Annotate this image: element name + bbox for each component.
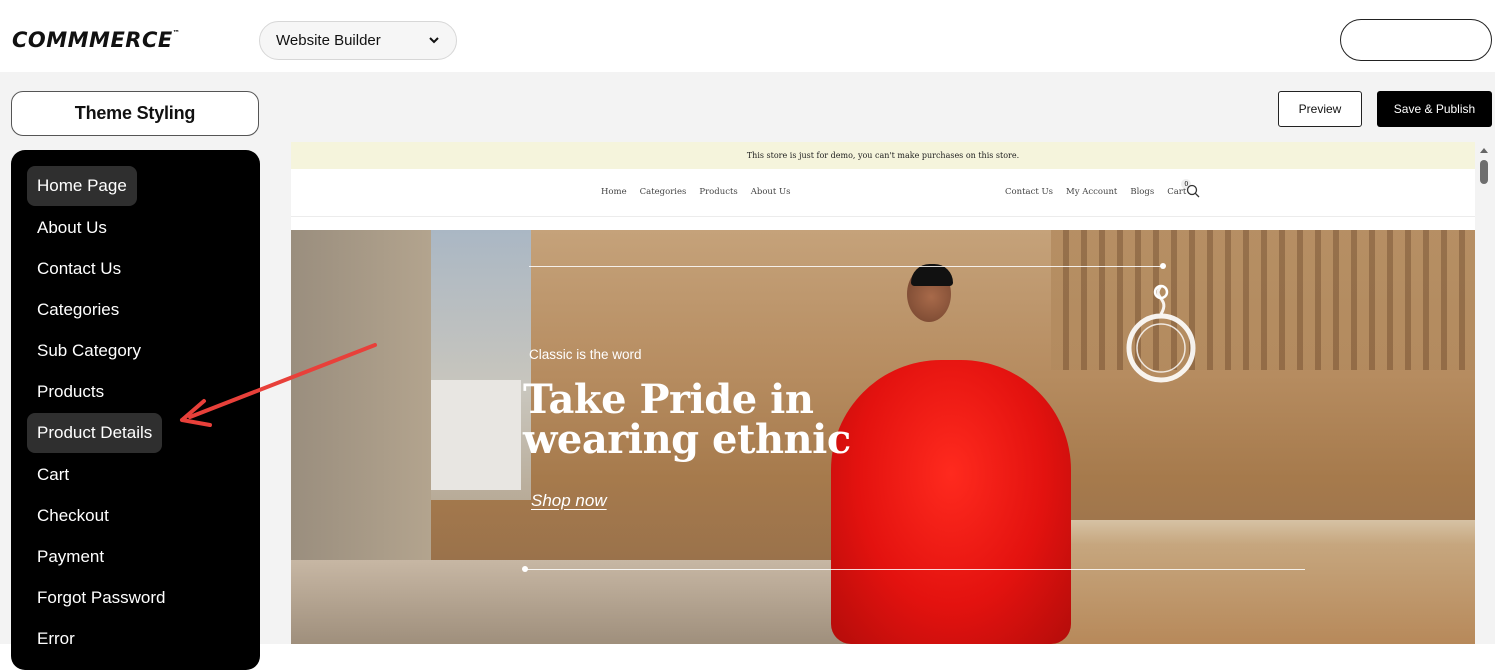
store-nav-left: Home Categories Products About Us [601,187,791,197]
save-publish-button[interactable]: Save & Publish [1377,91,1492,127]
store-nav-about-us[interactable]: About Us [751,187,791,197]
nav-item-about-us[interactable]: About Us [27,208,117,248]
hero-headline-line1: Take Pride in [523,376,814,423]
store-nav-blogs[interactable]: Blogs [1130,187,1154,197]
nav-item-error[interactable]: Error [27,619,85,659]
annotation-arrow-icon [180,343,377,427]
nav-item-payment[interactable]: Payment [27,537,114,577]
preview-button[interactable]: Preview [1278,91,1362,127]
nav-item-products[interactable]: Products [27,372,114,412]
nav-item-product-details[interactable]: Product Details [27,413,163,453]
search-icon[interactable] [1186,184,1200,198]
store-nav-home[interactable]: Home [601,187,627,197]
store-nav-cart[interactable]: Cart 0 [1167,179,1192,197]
nav-item-cart[interactable]: Cart [27,455,79,495]
store-nav-my-account[interactable]: My Account [1066,187,1117,197]
commmerce-logo[interactable]: COMMMERCE™ [12,28,180,52]
hero-model-hair [911,264,953,286]
scroll-up-arrow-icon[interactable] [1479,146,1489,154]
hero-bg-house [431,380,521,490]
nav-item-forgot-password[interactable]: Forgot Password [27,578,176,618]
ornament-icon [1126,284,1196,383]
shop-now-link[interactable]: Shop now [531,491,607,511]
theme-styling-button[interactable]: Theme Styling [11,91,259,136]
demo-notice-bar: This store is just for demo, you can't m… [291,142,1475,169]
hero-divider-bottom [522,566,1305,572]
preview-scrollbar[interactable] [1476,142,1492,644]
hero-banner: Classic is the word Take Pride in wearin… [291,230,1475,644]
store-nav-right: Contact Us My Account Blogs Cart 0 [1005,179,1192,197]
nav-item-sub-category[interactable]: Sub Category [27,331,151,371]
store-nav-bar: Home Categories Products About Us Contac… [291,169,1475,217]
hero-bg-floor [291,560,911,644]
hero-divider-top [529,263,1166,269]
nav-item-categories[interactable]: Categories [27,290,129,330]
nav-item-checkout[interactable]: Checkout [27,496,119,536]
builder-select-value: Website Builder [276,32,381,49]
hero-eyebrow: Classic is the word [529,347,642,362]
demo-notice-text: This store is just for demo, you can't m… [746,151,1020,160]
store-nav-contact-us[interactable]: Contact Us [1005,187,1053,197]
nav-item-contact-us[interactable]: Contact Us [27,249,131,289]
scrollbar-thumb[interactable] [1480,160,1488,184]
nav-item-home-page[interactable]: Home Page [27,166,137,206]
store-nav-products[interactable]: Products [699,187,737,197]
store-preview-frame: This store is just for demo, you can't m… [291,142,1475,644]
chevron-down-icon [429,37,439,44]
website-builder-select[interactable]: Website Builder [259,21,457,60]
hero-headline: Take Pride in wearing ethnic [523,380,883,460]
account-pill-button[interactable] [1340,19,1492,61]
top-bar: COMMMERCE™ Website Builder [0,0,1495,72]
store-nav-categories[interactable]: Categories [640,187,687,197]
hero-headline-line2: wearing ethnic [523,416,851,463]
